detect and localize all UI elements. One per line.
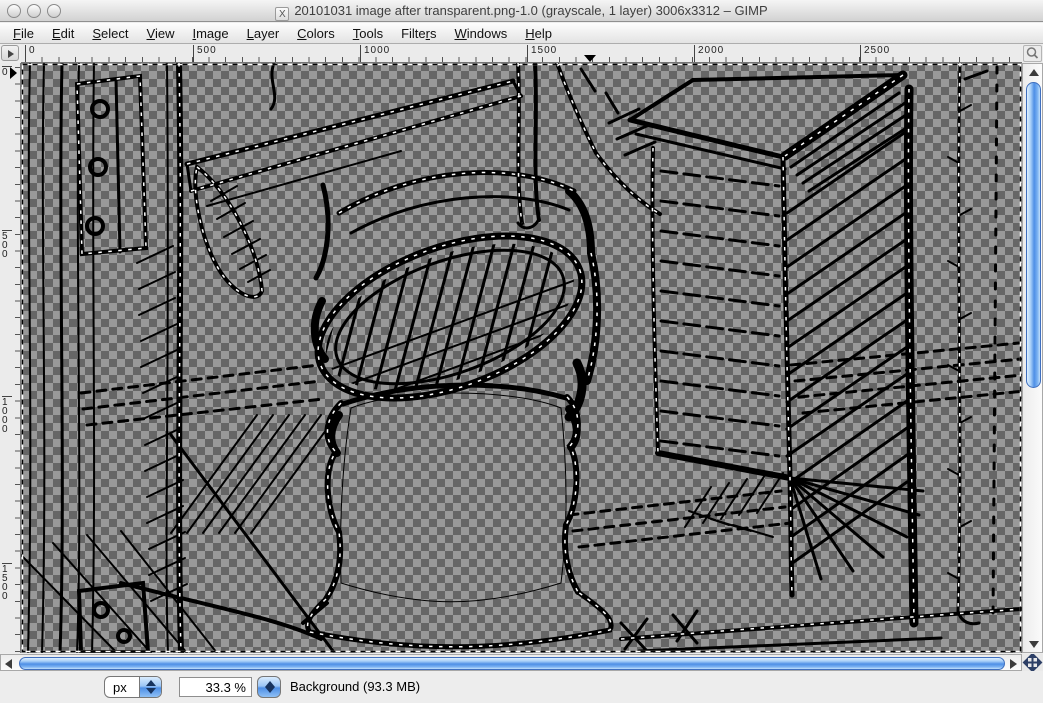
title-bar: X 20101031 image after transparent.png-1.… (0, 0, 1043, 22)
vertical-scrollbar[interactable] (1022, 63, 1043, 653)
status-message: Background (93.3 MB) (290, 679, 420, 694)
x11-app-icon: X (275, 7, 289, 21)
horizontal-scrollbar[interactable] (0, 654, 1022, 671)
horizontal-scrollbar-thumb[interactable] (19, 657, 1005, 670)
scroll-right-arrow[interactable] (1010, 659, 1017, 669)
scroll-up-arrow[interactable] (1029, 69, 1039, 76)
h-ruler-label: 2000 (694, 45, 724, 62)
magnifier-icon (1024, 46, 1041, 61)
menu-item-file[interactable]: File (4, 26, 43, 41)
unit-combo-spinner[interactable] (139, 677, 161, 697)
menu-item-windows[interactable]: Windows (446, 26, 517, 41)
menu-item-view[interactable]: View (138, 26, 184, 41)
zoom-spinner[interactable] (257, 676, 281, 698)
h-ruler-label: 1000 (360, 45, 390, 62)
gimp-window: X 20101031 image after transparent.png-1.… (0, 0, 1043, 703)
scroll-left-arrow[interactable] (5, 659, 12, 669)
pointer-position-marker-h (584, 55, 596, 62)
menu-item-image[interactable]: Image (183, 26, 237, 41)
navigation-pan-button[interactable] (1022, 654, 1043, 671)
image-canvas[interactable] (21, 63, 1022, 653)
h-ruler-label: 2500 (860, 45, 890, 62)
v-ruler-label: 1000 (2, 396, 12, 434)
v-ruler-label: 500 (2, 230, 12, 259)
menu-item-select[interactable]: Select (83, 26, 137, 41)
scroll-down-arrow[interactable] (1029, 641, 1039, 648)
canvas-image (21, 63, 1022, 653)
menu-item-help[interactable]: Help (516, 26, 561, 41)
ruler-corner-menu-button[interactable] (1, 45, 19, 61)
window-title: X 20101031 image after transparent.png-1.… (0, 3, 1043, 21)
horizontal-ruler[interactable]: 0 500 1000 1500 2000 2500 (21, 44, 1022, 63)
menu-item-layer[interactable]: Layer (238, 26, 289, 41)
vertical-ruler[interactable]: 0 500 1000 1500 (0, 63, 21, 653)
menubar: FileEditSelectViewImageLayerColorsToolsF… (0, 23, 1043, 44)
h-ruler-label: 0 (25, 45, 36, 62)
pointer-position-marker-v (10, 67, 17, 79)
v-ruler-label: 1500 (2, 563, 12, 601)
ruler-unit-combo[interactable]: px (104, 676, 162, 698)
status-bar: px Background (93.3 MB) (0, 671, 1043, 703)
vertical-scrollbar-thumb[interactable] (1026, 82, 1041, 388)
menu-item-filters[interactable]: Filters (392, 26, 445, 41)
zoom-follow-window-button[interactable] (1023, 45, 1042, 62)
menu-item-edit[interactable]: Edit (43, 26, 83, 41)
zoom-percent-input[interactable] (179, 677, 252, 697)
window-title-text: 20101031 image after transparent.png-1.0… (294, 3, 767, 18)
h-ruler-label: 500 (193, 45, 217, 62)
menu-item-tools[interactable]: Tools (344, 26, 392, 41)
unit-value: px (113, 680, 127, 695)
menu-item-colors[interactable]: Colors (288, 26, 344, 41)
h-ruler-label: 1500 (527, 45, 557, 62)
four-way-arrows-icon (1022, 654, 1043, 671)
